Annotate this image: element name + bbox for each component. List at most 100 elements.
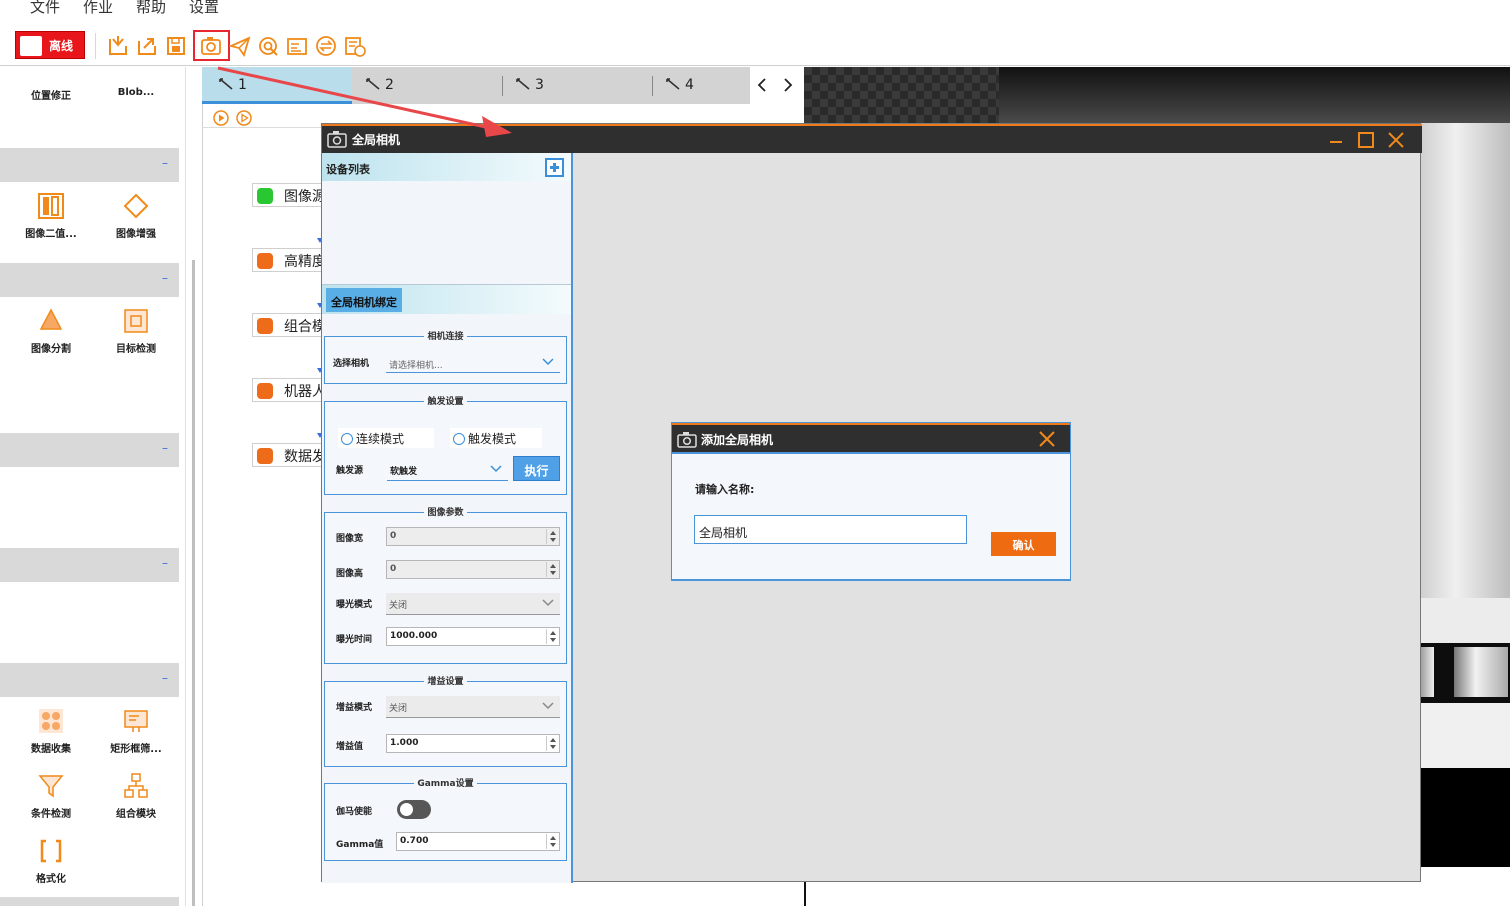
window-title-bar[interactable]: 全局相机 (322, 124, 1422, 153)
tab-flow-2[interactable]: 2 (365, 67, 495, 104)
stepper-icon[interactable] (546, 834, 558, 849)
camera-icon[interactable] (200, 35, 222, 57)
menu-settings[interactable]: 设置 (189, 0, 219, 17)
radio-circle (341, 433, 353, 445)
send-icon[interactable] (229, 35, 251, 57)
chevron-left-icon[interactable] (757, 78, 767, 92)
image-height-field[interactable]: 0 (386, 560, 560, 579)
chevron-right-icon[interactable] (783, 78, 793, 92)
flow-node-data-send[interactable]: 数据发送 (252, 443, 332, 467)
trigger-settings-title: 触发设置 (424, 397, 467, 407)
tool-object-detection[interactable]: 目标检测 (96, 308, 176, 355)
wrench-icon (219, 78, 233, 90)
dialog-title: 添加全局相机 (701, 433, 774, 447)
tab-flow-3[interactable]: 3 (515, 67, 645, 104)
radio-continuous-label: 连续模式 (356, 432, 405, 446)
palette-group-header[interactable]: – (0, 263, 179, 297)
camera-name-input[interactable] (694, 515, 967, 544)
gain-value-field[interactable]: 1.000 (386, 734, 560, 753)
target-icon[interactable] (257, 35, 279, 57)
tool-combo-module[interactable]: 组合模块 (96, 773, 176, 820)
tab-flow-3-label: 3 (535, 77, 544, 93)
select-camera-dropdown[interactable]: 请选择相机... (386, 350, 560, 373)
execute-trigger-button[interactable]: 执行 (513, 456, 560, 481)
device-list[interactable] (322, 181, 571, 284)
maximize-icon[interactable] (1355, 129, 1377, 151)
flow-node-image-source[interactable]: 图像源 (252, 183, 332, 207)
toolbar: 离线 (0, 26, 1510, 66)
offline-status-label: 离线 (49, 39, 74, 53)
palette-group-header[interactable] (0, 897, 179, 906)
group-title: 图像参数 (325, 505, 566, 518)
stepper-icon[interactable] (546, 736, 558, 751)
flow-node-combo[interactable]: 组合模块 (252, 313, 332, 337)
binarize-icon (38, 193, 64, 219)
flow-node-robot[interactable]: 机器人 (252, 378, 332, 402)
offline-toggle-button[interactable]: 离线 (15, 31, 85, 59)
import-icon[interactable] (107, 35, 129, 57)
menu-file[interactable]: 文件 (30, 0, 60, 17)
radio-trigger-mode[interactable]: 触发模式 (450, 428, 542, 448)
tool-condition-check[interactable]: 条件检测 (11, 773, 91, 820)
tool-format[interactable]: 格式化 (11, 838, 91, 885)
palette-group-header[interactable]: – (0, 663, 179, 697)
tool-segmentation[interactable]: 图像分割 (11, 308, 91, 355)
tool-binarize[interactable]: 图像二值... (11, 193, 91, 240)
tool-rect-filter[interactable]: 矩形框筛... (96, 708, 176, 755)
tab-divider (652, 76, 653, 96)
export-icon[interactable] (136, 35, 158, 57)
flow-node-high-precision[interactable]: 高精度 (252, 248, 332, 272)
palette-scrollbar[interactable] (192, 260, 195, 906)
tool-blob[interactable]: Blob... (96, 87, 176, 98)
exchange-icon[interactable] (315, 35, 337, 57)
run-loop-icon[interactable] (236, 110, 252, 126)
gain-value-label: 增益值 (336, 742, 364, 752)
thumbnail[interactable] (1420, 647, 1434, 697)
palette-group-header[interactable]: – (0, 433, 179, 467)
play-icon[interactable] (213, 110, 229, 126)
tab-flow-1[interactable]: 1 (202, 67, 352, 104)
wrench-icon (516, 78, 530, 90)
exposure-mode-dropdown[interactable]: 关闭 (386, 593, 560, 615)
gain-settings-group: 增益设置 增益模式 关闭 增益值 1.000 (324, 677, 567, 767)
stepper-icon[interactable] (546, 562, 558, 577)
trigger-source-dropdown[interactable]: 软触发 (387, 458, 508, 481)
tool-enhance[interactable]: 图像增强 (96, 193, 176, 240)
gamma-value-field[interactable]: 0.700 (396, 832, 560, 851)
image-width-field[interactable]: 0 (386, 527, 560, 546)
schedule-icon[interactable] (344, 35, 366, 57)
save-icon[interactable] (165, 35, 187, 57)
exposure-time-field[interactable]: 1000.000 (386, 627, 560, 646)
tool-position-correction[interactable]: 位置修正 (11, 87, 91, 102)
gamma-enable-toggle[interactable] (397, 800, 431, 819)
tool-data-collection[interactable]: 数据收集 (11, 708, 91, 755)
chevron-down-icon (542, 358, 554, 366)
funnel-icon (38, 775, 64, 798)
menu-help[interactable]: 帮助 (136, 0, 166, 17)
minimize-icon[interactable] (1325, 129, 1347, 151)
confirm-button[interactable]: 确认 (991, 532, 1056, 556)
module-icon (257, 188, 273, 204)
collapse-icon: – (162, 271, 168, 285)
tab-flow-4[interactable]: 4 (665, 67, 745, 104)
radio-continuous-mode[interactable]: 连续模式 (338, 428, 434, 448)
dialog-title-bar[interactable]: 添加全局相机 (672, 423, 1070, 454)
form-icon[interactable] (286, 35, 308, 57)
close-icon[interactable] (1037, 429, 1057, 449)
add-device-button[interactable] (545, 158, 564, 177)
flow-node-label: 机器人 (284, 384, 326, 400)
stepper-icon[interactable] (546, 529, 558, 544)
gamma-settings-group: Gamma设置 伽马使能 Gamma值 0.700 (324, 779, 567, 861)
thumbnail[interactable] (1454, 647, 1508, 697)
tab-global-camera-binding[interactable]: 全局相机绑定 (326, 288, 402, 312)
palette-group-header[interactable]: – (0, 548, 179, 582)
close-icon[interactable] (1385, 129, 1407, 151)
tool-segmentation-label: 图像分割 (31, 344, 71, 355)
menu-job[interactable]: 作业 (83, 0, 113, 17)
stepper-icon[interactable] (546, 629, 558, 644)
window-title: 全局相机 (352, 133, 401, 147)
palette-group-header[interactable]: – (0, 148, 179, 182)
collapse-icon: – (162, 156, 168, 170)
camera-icon (677, 432, 697, 448)
gain-mode-dropdown[interactable]: 关闭 (386, 696, 560, 718)
